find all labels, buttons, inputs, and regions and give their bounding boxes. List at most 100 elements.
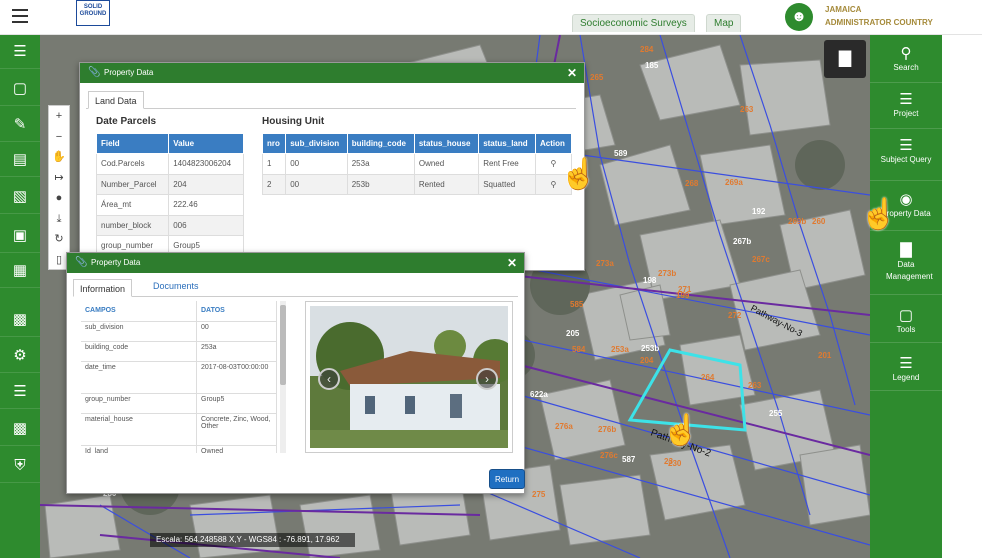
cell: 00 [196, 321, 277, 342]
cell: building_code [81, 341, 197, 362]
parcel-label[interactable]: 201 [818, 351, 832, 360]
document-search-icon[interactable]: ▧ [0, 180, 40, 214]
panel-title: Property Data [104, 68, 154, 77]
calendar-icon[interactable]: ▦ [0, 254, 40, 288]
panel-tabs: Information Documents [73, 279, 518, 297]
parcel-label[interactable]: 265 [590, 73, 604, 82]
cell: 2017-08-03T00:00:00 [196, 361, 277, 394]
right-item-project[interactable]: ☰ Project [870, 85, 942, 129]
parcel-label[interactable]: 587 [622, 455, 636, 464]
parcel-label[interactable]: 253b [641, 344, 659, 353]
right-item-tools[interactable]: ▢ Tools [870, 301, 942, 343]
right-item-label: Legend [892, 373, 920, 382]
right-item-subject-query[interactable]: ☰ Subject Query [870, 131, 942, 181]
hamburger-menu-icon[interactable] [12, 9, 28, 23]
cell: Owned [196, 445, 277, 453]
page-margin [942, 35, 982, 558]
table-row: building_code 253a [81, 341, 277, 362]
close-icon[interactable]: ✕ [507, 253, 517, 273]
gear-icon[interactable]: ⚙ [0, 339, 40, 373]
book-icon[interactable]: ▢ [0, 72, 40, 106]
parcel-label[interactable]: 268 [685, 179, 699, 188]
parcel-label[interactable]: 185 [645, 61, 659, 70]
cell: Rent Free [478, 153, 536, 175]
tab-socioeconomic-surveys[interactable]: Socioeconomic Surveys [572, 14, 695, 32]
parcel-label[interactable]: 253a [611, 345, 629, 354]
parcel-label[interactable]: 255 [769, 409, 783, 418]
table-row: Área_mt 222.46 [95, 194, 244, 216]
parcel-label[interactable]: 585 [570, 300, 584, 309]
shield-icon[interactable]: ⛨ [0, 449, 40, 483]
document-list-icon[interactable]: ▤ [0, 143, 40, 177]
layers-icon[interactable]: ☰ [0, 35, 40, 69]
translate-icon[interactable]: ▩ [0, 412, 40, 446]
edit-document-icon[interactable]: ✎ [0, 108, 40, 142]
top-bar: SOLID GROUND Socioeconomic Surveys Map ☻… [0, 0, 982, 35]
parcel-label[interactable]: 230 [668, 459, 682, 468]
parcel-label[interactable]: 267c [752, 255, 770, 264]
parcel-label[interactable]: 269a [725, 178, 743, 187]
parcel-label[interactable]: 273b [658, 269, 676, 278]
globe-icon[interactable]: ● [49, 188, 69, 209]
right-panel: ⚲ Search ☰ Project ☰ Subject Query ◉ Pro… [870, 35, 942, 558]
calendar-settings-icon[interactable]: ▣ [0, 219, 40, 253]
parcel-label[interactable]: 264 [701, 373, 715, 382]
parcel-label[interactable]: 263 [740, 105, 754, 114]
parcel-label[interactable]: 584 [572, 345, 586, 354]
cell: 253a [346, 153, 415, 175]
parcel-label[interactable]: 263 [748, 381, 762, 390]
download-icon[interactable]: ⤓ [49, 209, 69, 230]
search-icon[interactable]: ⚲ [551, 180, 557, 189]
parcel-label[interactable]: 272 [728, 311, 742, 320]
parcel-label[interactable]: 276c [600, 451, 618, 460]
parcel-label[interactable]: 192 [752, 207, 766, 216]
tab-map[interactable]: Map [706, 14, 742, 32]
map-scale-readout: Escala: 564.248588 X,Y - WGS84 : -76.891… [150, 533, 355, 547]
chevron-left-icon[interactable]: ‹ [318, 368, 340, 390]
user-role: ADMINISTRATOR COUNTRY [825, 18, 933, 27]
stack-icon[interactable]: ☰ [0, 375, 40, 409]
cell: 00 [285, 153, 348, 175]
close-icon[interactable]: ✕ [567, 63, 577, 83]
measure-icon[interactable]: ↦ [49, 168, 69, 189]
cell: Owned [413, 153, 480, 175]
parcel-label[interactable]: 276b [598, 425, 616, 434]
tab-documents[interactable]: Documents [147, 277, 205, 295]
parcel-label[interactable]: 273a [596, 259, 614, 268]
parcel-label[interactable]: 269b [788, 217, 806, 226]
return-button[interactable]: Return [489, 469, 526, 489]
panel-header: 📎 Property Data ✕ [80, 63, 584, 83]
parcel-label[interactable]: 276a [555, 422, 573, 431]
refresh-icon[interactable]: ↻ [49, 229, 69, 250]
parcel-label[interactable]: 204 [640, 356, 654, 365]
tab-land-data[interactable]: Land Data [88, 91, 144, 109]
parcel-label[interactable]: 205 [566, 329, 580, 338]
search-icon[interactable]: ⚲ [551, 159, 557, 168]
parcel-label[interactable]: 260 [812, 217, 826, 226]
parcel-label[interactable]: 589 [614, 149, 628, 158]
cell: 2 [261, 173, 287, 195]
parcel-label[interactable]: 275 [532, 490, 546, 499]
parcel-label[interactable]: 199 [676, 291, 690, 300]
user-avatar-icon[interactable]: ☻ [785, 3, 813, 31]
parcel-label[interactable]: 284 [640, 45, 654, 54]
scrollbar-thumb[interactable] [280, 305, 286, 385]
right-item-legend[interactable]: ☰ Legend [870, 349, 942, 391]
statistics-chart-button[interactable]: ▇ [824, 40, 866, 78]
pan-hand-icon[interactable]: ✋ [49, 147, 69, 168]
zoom-out-icon[interactable]: − [49, 127, 69, 148]
table-icon[interactable]: ▩ [0, 303, 40, 337]
zoom-in-icon[interactable]: + [49, 106, 69, 127]
scrollbar[interactable] [280, 301, 286, 453]
property-info-panel: 📎 Property Data ✕ Information Documents … [66, 252, 526, 494]
parcel-label[interactable]: 622a [530, 390, 548, 399]
chevron-right-icon[interactable]: › [476, 368, 498, 390]
tab-information[interactable]: Information [73, 279, 133, 297]
parcel-label[interactable]: 198 [643, 276, 657, 285]
right-item-data-management[interactable]: ▇ Data Management [870, 235, 942, 295]
right-item-search[interactable]: ⚲ Search [870, 39, 942, 83]
parcel-label[interactable]: 267b [733, 237, 751, 246]
paperclip-icon: 📎 [88, 67, 101, 78]
table-row: Number_Parcel 204 [95, 173, 244, 195]
date-parcels-table: Field Value Cod.Parcels 1404823006204 Num… [95, 133, 244, 257]
